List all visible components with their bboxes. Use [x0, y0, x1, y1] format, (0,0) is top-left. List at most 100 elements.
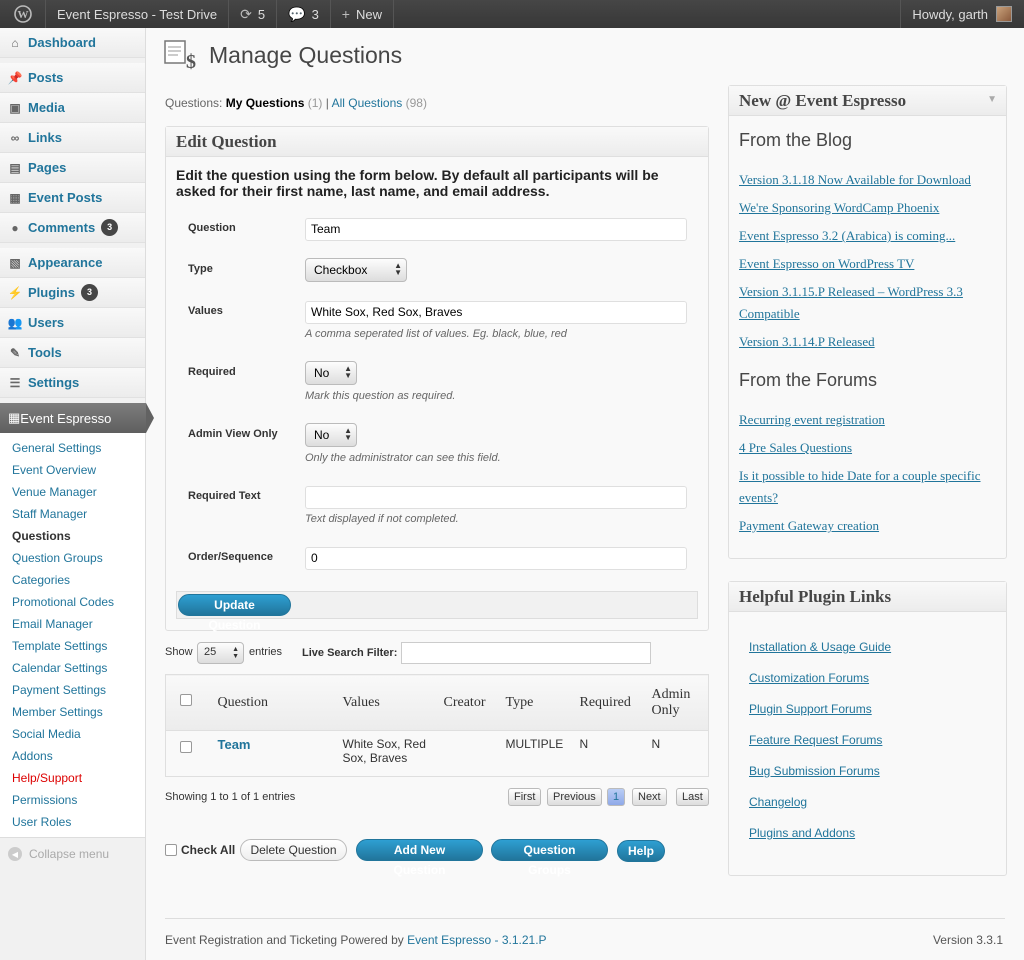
menu-appearance[interactable]: ▧ Appearance [0, 248, 145, 278]
pagination-first[interactable]: First [508, 788, 542, 806]
menu-comments[interactable]: ● Comments 3 [0, 213, 145, 243]
submenu-template-settings[interactable]: Template Settings [0, 635, 145, 657]
new-content-link[interactable]: + New [331, 0, 394, 28]
submenu-user-roles[interactable]: User Roles [0, 811, 145, 833]
blog-link[interactable]: Event Espresso on WordPress TV [739, 253, 1004, 275]
live-search-input[interactable] [401, 642, 651, 664]
column-header-creator[interactable]: Creator [437, 674, 500, 731]
column-header-required[interactable]: Required [573, 674, 646, 731]
menu-posts[interactable]: 📌 Posts [0, 63, 145, 93]
menu-event-espresso[interactable]: ▦ Event Espresso [0, 403, 154, 433]
plugin-link[interactable]: Changelog [749, 795, 807, 809]
check-all-checkbox[interactable] [165, 844, 177, 856]
submenu-addons[interactable]: Addons [0, 745, 145, 767]
submenu-categories[interactable]: Categories [0, 569, 145, 591]
blog-link[interactable]: We're Sponsoring WordCamp Phoenix [739, 197, 1004, 219]
select-all-checkbox[interactable] [180, 694, 192, 706]
submenu-payment-settings[interactable]: Payment Settings [0, 679, 145, 701]
forum-link[interactable]: Payment Gateway creation [739, 515, 1004, 537]
submenu-questions[interactable]: Questions [0, 525, 145, 547]
forum-link[interactable]: 4 Pre Sales Questions [739, 437, 1004, 459]
menu-media[interactable]: ▣ Media [0, 93, 145, 123]
pagination-last[interactable]: Last [676, 788, 709, 806]
add-new-question-button[interactable]: Add New Question [356, 839, 483, 877]
menu-tools[interactable]: ✎ Tools [0, 338, 145, 368]
help-button[interactable]: Help [617, 840, 665, 862]
submenu-member-settings[interactable]: Member Settings [0, 701, 145, 723]
comments-link[interactable]: 💬 3 [277, 0, 331, 28]
menu-pages[interactable]: ▤ Pages [0, 153, 145, 183]
plugin-link[interactable]: Bug Submission Forums [749, 764, 880, 778]
submenu-event-overview[interactable]: Event Overview [0, 459, 145, 481]
menu-plugins[interactable]: ⚡ Plugins 3 [0, 278, 145, 308]
delete-question-button[interactable]: Delete Question [240, 839, 347, 861]
question-label: Question [188, 222, 236, 234]
forum-link[interactable]: Is it possible to hide Date for a couple… [739, 465, 1004, 509]
collapse-toggle-icon[interactable]: ▼ [987, 94, 997, 105]
my-account-link[interactable]: Howdy, garth [900, 0, 1024, 28]
menu-links[interactable]: ∞ Links [0, 123, 145, 153]
plugin-link[interactable]: Customization Forums [749, 671, 869, 685]
question-input[interactable]: Team [305, 218, 687, 241]
question-edit-link[interactable]: Team [218, 737, 251, 752]
column-header-values[interactable]: Values [336, 674, 438, 731]
pages-icon: ▤ [9, 160, 21, 175]
submenu-question-groups[interactable]: Question Groups [0, 547, 145, 569]
column-header-type[interactable]: Type [499, 674, 574, 731]
plugin-link[interactable]: Feature Request Forums [749, 733, 882, 747]
order-sequence-input[interactable]: 0 [305, 547, 687, 570]
event-posts-icon: ▦ [9, 190, 21, 205]
plugin-link[interactable]: Installation & Usage Guide [749, 640, 891, 654]
pagination-page-1[interactable]: 1 [607, 788, 626, 806]
submenu-venue-manager[interactable]: Venue Manager [0, 481, 145, 503]
wordpress-logo-icon[interactable]: W [0, 0, 46, 28]
submenu-calendar-settings[interactable]: Calendar Settings [0, 657, 145, 679]
plugin-link[interactable]: Plugin Support Forums [749, 702, 872, 716]
blog-link[interactable]: Event Espresso 3.2 (Arabica) is coming..… [739, 225, 1004, 247]
blog-link[interactable]: Version 3.1.18 Now Available for Downloa… [739, 169, 1004, 191]
blog-link[interactable]: Version 3.1.15.P Released – WordPress 3.… [739, 281, 1004, 325]
plugin-link[interactable]: Plugins and Addons [749, 826, 855, 840]
collapse-menu-button[interactable]: ◀ Collapse menu [0, 838, 145, 870]
refresh-icon: ⟳ [240, 5, 252, 22]
helpful-links-box: Helpful Plugin Links Installation & Usag… [728, 581, 1007, 876]
submenu-help-support[interactable]: Help/Support [0, 767, 145, 789]
check-all-control[interactable]: Check All [165, 843, 235, 857]
pagination-previous[interactable]: Previous [547, 788, 602, 806]
menu-dashboard[interactable]: ⌂ Dashboard [0, 28, 145, 58]
submenu-permissions[interactable]: Permissions [0, 789, 145, 811]
select-arrows-icon: ▲ ▼ [394, 261, 402, 277]
update-question-button[interactable]: Update Question [178, 594, 291, 632]
required-select[interactable]: No ▲ ▼ [305, 361, 357, 385]
updates-link[interactable]: ⟳ 5 [229, 0, 278, 28]
appearance-icon: ▧ [9, 255, 21, 270]
select-all-header [165, 674, 212, 731]
submenu-email-manager[interactable]: Email Manager [0, 613, 145, 635]
submenu-staff-manager[interactable]: Staff Manager [0, 503, 145, 525]
blog-link[interactable]: Version 3.1.14.P Released [739, 331, 1004, 353]
column-header-admin-only[interactable]: Admin Only [645, 674, 709, 731]
event-espresso-version-link[interactable]: Event Espresso - 3.1.21.P [407, 933, 546, 947]
forum-link[interactable]: Recurring event registration [739, 409, 1004, 431]
menu-users[interactable]: 👥 Users [0, 308, 145, 338]
pagination-next[interactable]: Next [632, 788, 667, 806]
row-checkbox[interactable] [180, 741, 192, 753]
entries-length-select[interactable]: 25 ▲ ▼ [197, 642, 244, 664]
select-arrows-icon: ▲ ▼ [232, 646, 239, 660]
menu-settings[interactable]: ☰ Settings [0, 368, 145, 398]
live-search-label: Live Search Filter: [302, 647, 398, 659]
values-input[interactable]: White Sox, Red Sox, Braves [305, 301, 687, 324]
question-groups-button[interactable]: Question Groups [491, 839, 608, 877]
my-questions-link[interactable]: My Questions [226, 96, 305, 110]
all-questions-link[interactable]: All Questions [332, 96, 403, 110]
admin-view-only-select[interactable]: No ▲ ▼ [305, 423, 357, 447]
type-select[interactable]: Checkbox ▲ ▼ [305, 258, 407, 282]
site-name-link[interactable]: Event Espresso - Test Drive [46, 0, 230, 28]
submenu-promotional-codes[interactable]: Promotional Codes [0, 591, 145, 613]
menu-event-posts[interactable]: ▦ Event Posts [0, 183, 145, 213]
submenu-social-media[interactable]: Social Media [0, 723, 145, 745]
required-text-input[interactable] [305, 486, 687, 509]
submenu-general-settings[interactable]: General Settings [0, 437, 145, 459]
wordpress-version: Version 3.3.1 [932, 933, 1003, 947]
column-header-question[interactable]: Question [211, 674, 337, 731]
